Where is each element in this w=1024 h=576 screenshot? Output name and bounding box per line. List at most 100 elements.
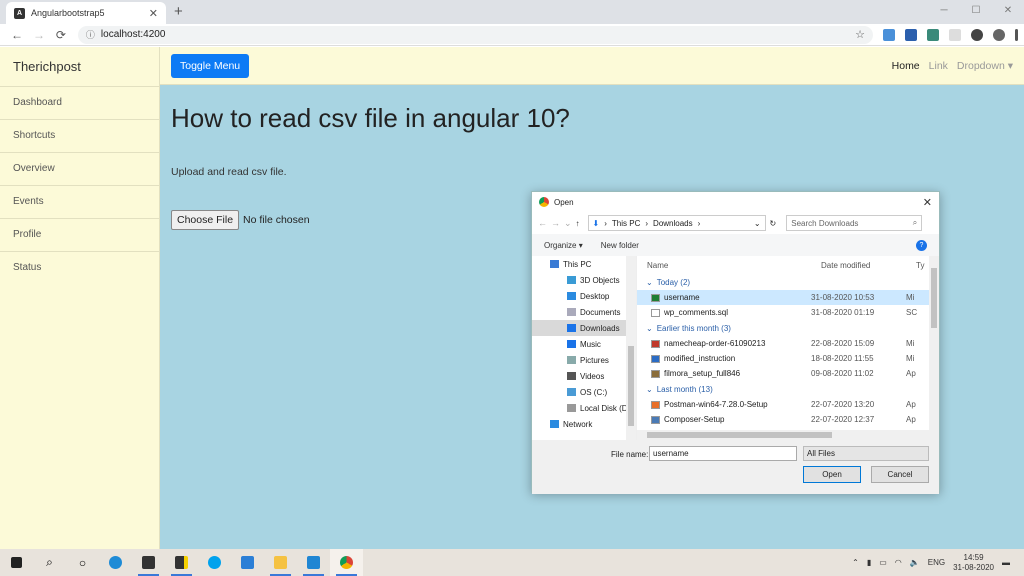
back-icon[interactable]: ← (538, 218, 547, 228)
breadcrumb-downloads[interactable]: Downloads (653, 219, 693, 228)
menu-dots-icon[interactable] (1014, 28, 1018, 41)
sidebar-item-events[interactable]: Events (0, 186, 159, 219)
skype-icon[interactable] (198, 549, 231, 576)
extension-icon[interactable] (904, 28, 917, 41)
file-row[interactable]: wp_comments.sql 31-08-2020 01:19 SC (637, 305, 939, 320)
extension-icon[interactable] (926, 28, 939, 41)
open-button[interactable]: Open (803, 466, 861, 483)
forward-icon[interactable]: → (28, 28, 50, 42)
tree-item[interactable]: Network (532, 416, 636, 432)
new-folder-button[interactable]: New folder (601, 241, 639, 250)
organize-button[interactable]: Organize ▾ (544, 241, 583, 250)
vertical-scrollbar[interactable] (929, 256, 939, 440)
nav-link[interactable]: Link (929, 60, 948, 72)
tree-item-label: Music (580, 339, 601, 349)
volume-icon[interactable]: 🔈 (910, 558, 920, 567)
tree-item[interactable]: OS (C:) (532, 384, 636, 400)
horizontal-scrollbar[interactable] (637, 430, 929, 440)
toggle-menu-button[interactable]: Toggle Menu (171, 53, 250, 78)
file-group-header[interactable]: ⌄ Today (2) (637, 274, 939, 290)
sidebar-item-dashboard[interactable]: Dashboard (0, 87, 159, 120)
puzzle-icon[interactable] (970, 28, 983, 41)
minimize-icon[interactable]: ─ (928, 0, 960, 22)
info-icon[interactable]: ⓘ (86, 28, 95, 41)
reload-icon[interactable]: ⟳ (50, 28, 72, 42)
wifi-icon[interactable]: ◠ (895, 558, 902, 567)
column-type[interactable]: Ty (916, 261, 924, 270)
vscode-icon[interactable] (297, 549, 330, 576)
choose-file-button[interactable]: Choose File (171, 210, 240, 230)
refresh-icon[interactable]: ↻ (770, 219, 777, 228)
microphone-icon[interactable]: ▮ (867, 558, 871, 567)
downloads-arrow-icon: ⬇ (592, 218, 600, 228)
file-group-header[interactable]: ⌄ Earlier this month (3) (637, 320, 939, 336)
edge-icon[interactable] (99, 549, 132, 576)
chevron-up-icon[interactable]: ⌃ (852, 558, 859, 567)
new-tab-button[interactable]: + (174, 3, 183, 20)
file-type-select[interactable]: All Files (803, 446, 929, 461)
file-explorer-icon[interactable] (264, 549, 297, 576)
back-icon[interactable]: ← (6, 28, 28, 42)
chrome-icon[interactable] (330, 549, 363, 576)
cancel-button[interactable]: Cancel (871, 466, 929, 483)
help-icon[interactable]: ? (916, 239, 927, 251)
up-icon[interactable]: ↑ (576, 219, 580, 228)
file-row[interactable]: Postman-win64-7.28.0-Setup 22-07-2020 13:… (637, 397, 939, 412)
extension-icon[interactable] (882, 28, 895, 41)
mail-icon[interactable] (231, 549, 264, 576)
tree-item[interactable]: Music (532, 336, 636, 352)
battery-icon[interactable]: ▭ (879, 558, 887, 567)
tree-item[interactable]: 3D Objects (532, 272, 636, 288)
breadcrumb-this-pc[interactable]: This PC (612, 219, 640, 228)
file-row[interactable]: modified_instruction 18-08-2020 11:55 Mi (637, 351, 939, 366)
file-row[interactable]: namecheap-order-61090213 22-08-2020 15:09… (637, 336, 939, 351)
sidebar-item-shortcuts[interactable]: Shortcuts (0, 120, 159, 153)
tree-item[interactable]: Local Disk (D:) (532, 400, 636, 416)
close-dialog-icon[interactable]: ✕ (923, 196, 932, 209)
tree-item-label: Local Disk (D:) (580, 403, 633, 413)
sidebar-item-status[interactable]: Status (0, 252, 159, 285)
url-input[interactable]: ⓘ localhost:4200 ☆ (77, 25, 873, 44)
chevron-down-icon[interactable]: ⌄ (754, 219, 761, 228)
file-group-header[interactable]: ⌄ Last month (13) (637, 381, 939, 397)
file-date: 22-08-2020 15:09 (811, 339, 875, 348)
tree-item[interactable]: This PC (532, 256, 636, 272)
search-icon[interactable]: ⌕ (33, 549, 66, 576)
sidebar-item-overview[interactable]: Overview (0, 153, 159, 186)
shield-icon[interactable] (948, 28, 961, 41)
tree-item[interactable]: Downloads (532, 320, 636, 336)
browser-tab[interactable]: A Angularbootstrap5 ✕ (6, 2, 166, 24)
search-input[interactable]: Search Downloads ⌕ (786, 215, 923, 231)
close-icon[interactable]: ✕ (992, 0, 1024, 22)
bookmark-star-icon[interactable]: ☆ (855, 28, 865, 41)
file-row[interactable]: username 31-08-2020 10:53 Mi (637, 290, 939, 305)
nav-dropdown[interactable]: Dropdown ▾ (957, 60, 1013, 72)
breadcrumb[interactable]: ⬇ › This PC › Downloads › ⌄ (587, 215, 766, 231)
sticky-notes-icon[interactable] (165, 549, 198, 576)
file-name-input[interactable]: username (649, 446, 797, 461)
file-row[interactable]: filmora_setup_full846 09-08-2020 11:02 Ap (637, 366, 939, 381)
notification-icon[interactable]: ▬ (1002, 558, 1010, 567)
maximize-icon[interactable]: ☐ (960, 0, 992, 22)
clock[interactable]: 14:59 31-08-2020 (953, 553, 994, 573)
close-tab-icon[interactable]: ✕ (149, 7, 158, 20)
tree-scrollbar[interactable] (626, 256, 636, 440)
tree-item[interactable]: Documents (532, 304, 636, 320)
brand[interactable]: Therichpost (0, 47, 159, 87)
forward-icon[interactable]: → (551, 218, 560, 228)
recent-chevron-icon[interactable]: ⌄ (564, 218, 572, 229)
tree-item[interactable]: Videos (532, 368, 636, 384)
column-date[interactable]: Date modified (821, 261, 916, 270)
task-view-icon[interactable]: ○ (66, 549, 99, 576)
store-icon[interactable] (132, 549, 165, 576)
column-name[interactable]: Name (647, 261, 821, 270)
tree-item[interactable]: Pictures (532, 352, 636, 368)
tree-item-label: Downloads (580, 323, 620, 333)
language-indicator[interactable]: ENG (928, 558, 945, 567)
start-icon[interactable] (0, 549, 33, 576)
avatar[interactable] (992, 28, 1005, 41)
file-row[interactable]: Composer-Setup 22-07-2020 12:37 Ap (637, 412, 939, 427)
sidebar-item-profile[interactable]: Profile (0, 219, 159, 252)
tree-item[interactable]: Desktop (532, 288, 636, 304)
nav-home-link[interactable]: Home (892, 60, 920, 72)
